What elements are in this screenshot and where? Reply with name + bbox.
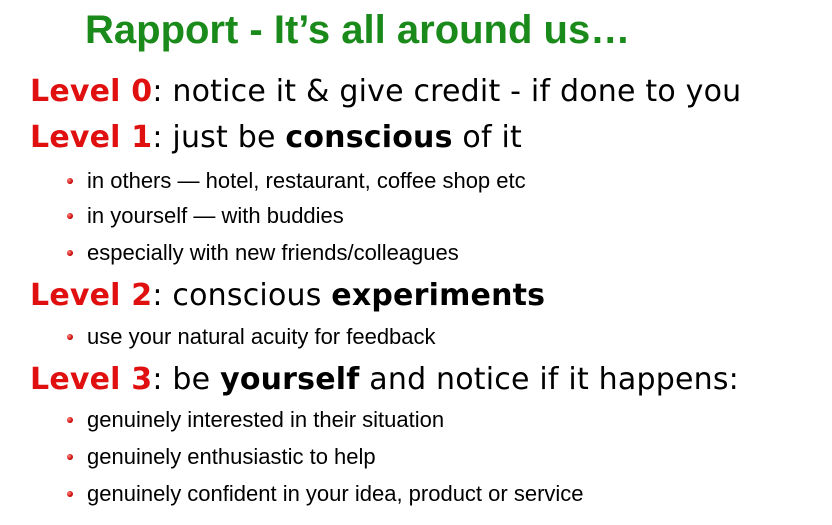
bullet-icon (67, 250, 73, 257)
level-1-text: : just be (152, 120, 286, 155)
bullet-icon (67, 334, 73, 341)
slide: Rapport - It’s all around us… Level 0: n… (0, 0, 832, 525)
bullet-text: genuinely interested in their situation (87, 407, 445, 432)
level-2-label: Level 2 (30, 278, 153, 313)
bullet-icon (67, 454, 73, 461)
level-2-text: : conscious (152, 278, 332, 313)
bullet-icon (67, 491, 73, 498)
bullet-text: especially with new friends/colleagues (87, 240, 459, 265)
list-item: in yourself — with buddies (67, 201, 344, 231)
list-item: especially with new friends/colleagues (67, 238, 459, 268)
level-1-emphasis: conscious (285, 120, 453, 155)
bullet-text: genuinely confident in your idea, produc… (87, 481, 584, 506)
list-item: in others — hotel, restaurant, coffee sh… (67, 166, 526, 196)
level-3-text-after: and notice if it happens: (359, 362, 739, 397)
bullet-icon (67, 213, 73, 220)
bullet-text: in others — hotel, restaurant, coffee sh… (87, 168, 526, 193)
level-2-emphasis: experiments (331, 278, 546, 313)
level-0-heading: Level 0: notice it & give credit - if do… (30, 72, 741, 112)
slide-title: Rapport - It’s all around us… (85, 8, 631, 52)
list-item: genuinely enthusiastic to help (67, 442, 376, 472)
level-1-text-after: of it (452, 120, 522, 155)
list-item: genuinely interested in their situation (67, 405, 444, 435)
level-3-text: : be (152, 362, 221, 397)
list-item: use your natural acuity for feedback (67, 322, 436, 352)
level-1-heading: Level 1: just be conscious of it (30, 118, 522, 158)
level-1-label: Level 1 (30, 120, 153, 155)
bullet-text: genuinely enthusiastic to help (87, 444, 376, 469)
level-3-emphasis: yourself (220, 362, 360, 397)
level-3-label: Level 3 (30, 362, 153, 397)
list-item: genuinely confident in your idea, produc… (67, 479, 584, 509)
bullet-text: use your natural acuity for feedback (87, 324, 436, 349)
bullet-text: in yourself — with buddies (87, 203, 344, 228)
level-0-label: Level 0 (30, 74, 153, 109)
level-2-heading: Level 2: conscious experiments (30, 276, 545, 316)
level-3-heading: Level 3: be yourself and notice if it ha… (30, 360, 739, 400)
bullet-icon (67, 178, 73, 185)
level-0-text: : notice it & give credit - if done to y… (152, 74, 742, 109)
bullet-icon (67, 417, 73, 424)
